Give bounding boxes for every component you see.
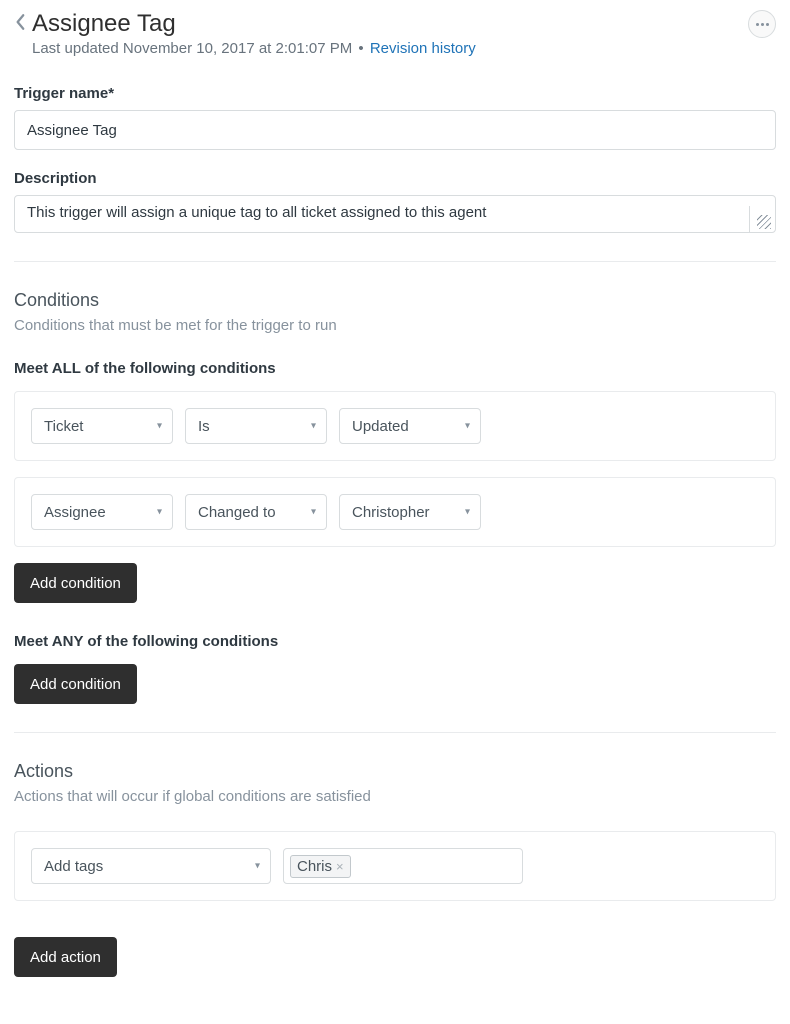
action-row: Add tags ▾ Chris × bbox=[14, 831, 776, 901]
conditions-title: Conditions bbox=[14, 290, 776, 311]
add-condition-any-button[interactable]: Add condition bbox=[14, 664, 137, 704]
action-tag-input[interactable]: Chris × bbox=[283, 848, 523, 884]
more-options-button[interactable] bbox=[748, 10, 776, 38]
actions-desc: Actions that will occur if global condit… bbox=[14, 788, 776, 805]
resize-handle-icon[interactable] bbox=[749, 206, 775, 232]
chevron-down-icon: ▾ bbox=[465, 507, 470, 518]
divider bbox=[14, 261, 776, 262]
add-condition-all-button[interactable]: Add condition bbox=[14, 563, 137, 603]
condition-operator-value: Changed to bbox=[198, 504, 276, 521]
condition-field-value: Ticket bbox=[44, 418, 83, 435]
conditions-desc: Conditions that must be met for the trig… bbox=[14, 317, 776, 334]
condition-value-value: Christopher bbox=[352, 504, 430, 521]
tag-chip: Chris × bbox=[290, 855, 351, 878]
condition-row: Ticket ▾ Is ▾ Updated ▾ bbox=[14, 391, 776, 461]
condition-field-select[interactable]: Assignee ▾ bbox=[31, 494, 173, 530]
condition-operator-select[interactable]: Changed to ▾ bbox=[185, 494, 327, 530]
actions-title: Actions bbox=[14, 761, 776, 782]
condition-value-select[interactable]: Christopher ▾ bbox=[339, 494, 481, 530]
description-label: Description bbox=[14, 170, 776, 187]
chevron-down-icon: ▾ bbox=[311, 421, 316, 432]
separator-dot: • bbox=[358, 40, 363, 57]
divider bbox=[14, 732, 776, 733]
condition-row: Assignee ▾ Changed to ▾ Christopher ▾ bbox=[14, 477, 776, 547]
condition-field-select[interactable]: Ticket ▾ bbox=[31, 408, 173, 444]
description-value: This trigger will assign a unique tag to… bbox=[27, 204, 486, 221]
action-field-select[interactable]: Add tags ▾ bbox=[31, 848, 271, 884]
condition-value-select[interactable]: Updated ▾ bbox=[339, 408, 481, 444]
chevron-down-icon: ▾ bbox=[465, 421, 470, 432]
description-textarea[interactable]: This trigger will assign a unique tag to… bbox=[14, 195, 776, 233]
chevron-down-icon: ▾ bbox=[157, 507, 162, 518]
condition-field-value: Assignee bbox=[44, 504, 106, 521]
trigger-name-input[interactable] bbox=[14, 110, 776, 150]
tag-chip-label: Chris bbox=[297, 858, 332, 875]
chevron-down-icon: ▾ bbox=[255, 861, 260, 872]
last-updated-prefix: Last updated bbox=[32, 40, 123, 57]
page-title: Assignee Tag bbox=[32, 10, 176, 38]
back-arrow-icon[interactable] bbox=[14, 13, 28, 36]
condition-operator-value: Is bbox=[198, 418, 210, 435]
trigger-name-label: Trigger name* bbox=[14, 85, 776, 102]
ellipsis-icon bbox=[756, 23, 769, 26]
last-updated-line: Last updated November 10, 2017 at 2:01:0… bbox=[32, 40, 748, 57]
last-updated-value: November 10, 2017 at 2:01:07 PM bbox=[123, 40, 352, 57]
action-field-value: Add tags bbox=[44, 858, 103, 875]
condition-value-value: Updated bbox=[352, 418, 409, 435]
tag-remove-icon[interactable]: × bbox=[336, 859, 344, 874]
meet-all-label: Meet ALL of the following conditions bbox=[14, 360, 776, 377]
chevron-down-icon: ▾ bbox=[157, 421, 162, 432]
meet-any-label: Meet ANY of the following conditions bbox=[14, 633, 776, 650]
condition-operator-select[interactable]: Is ▾ bbox=[185, 408, 327, 444]
revision-history-link[interactable]: Revision history bbox=[370, 40, 476, 57]
add-action-button[interactable]: Add action bbox=[14, 937, 117, 977]
chevron-down-icon: ▾ bbox=[311, 507, 316, 518]
